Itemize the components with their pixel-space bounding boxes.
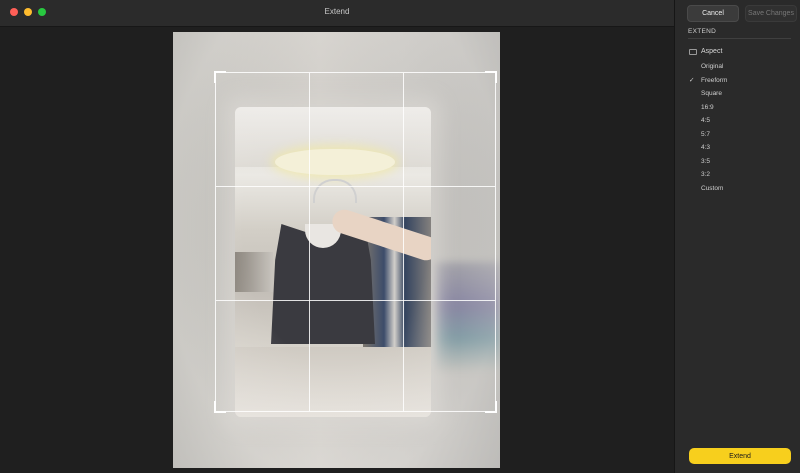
- aspect-label: Aspect: [701, 48, 723, 55]
- ratio-option-4-3[interactable]: 4:3: [689, 141, 727, 155]
- section-divider: [688, 38, 791, 39]
- crop-handle-top-right[interactable]: [485, 71, 497, 83]
- ratio-label: Original: [701, 63, 724, 71]
- ratio-label: Custom: [701, 184, 724, 192]
- grid-line-horizontal-1: [216, 186, 495, 187]
- ratio-label: 5:7: [701, 130, 711, 138]
- toolbar-buttons: Cancel Save Changes: [687, 5, 797, 22]
- grid-line-horizontal-2: [216, 300, 495, 301]
- extend-sidebar: Cancel Save Changes EXTEND Aspect Origin…: [674, 0, 800, 473]
- ratio-option-custom[interactable]: Custom: [689, 182, 727, 196]
- ratio-option-3-5[interactable]: 3:5: [689, 155, 727, 169]
- ratio-label: 3:5: [701, 157, 711, 165]
- ratio-option-4-5[interactable]: 4:5: [689, 114, 727, 128]
- ratio-option-5-7[interactable]: 5:7: [689, 128, 727, 142]
- ratio-label: 16:9: [701, 103, 714, 111]
- crop-frame[interactable]: [214, 71, 497, 413]
- ratio-label: Freeform: [701, 76, 728, 84]
- crop-handle-bottom-left[interactable]: [214, 401, 226, 413]
- ratio-label: 4:3: [701, 144, 711, 152]
- extend-button[interactable]: Extend: [689, 448, 791, 464]
- save-changes-button[interactable]: Save Changes: [745, 5, 797, 22]
- ratio-option-original[interactable]: Original: [689, 60, 727, 74]
- aspect-ratio-icon: [689, 48, 697, 55]
- title-bar: Extend: [0, 0, 674, 27]
- cancel-button[interactable]: Cancel: [687, 5, 739, 22]
- ratio-label: Square: [701, 90, 722, 98]
- grid-line-vertical-2: [403, 73, 404, 411]
- aspect-ratio-list: Original ✓ Freeform Square 16:9 4:5 5:7 4…: [689, 60, 727, 195]
- ratio-option-square[interactable]: Square: [689, 87, 727, 101]
- grid-line-vertical-1: [309, 73, 310, 411]
- ratio-label: 4:5: [701, 117, 711, 125]
- aspect-header: Aspect: [689, 48, 722, 55]
- ratio-option-freeform[interactable]: ✓ Freeform: [689, 74, 727, 88]
- ratio-label: 3:2: [701, 171, 711, 179]
- ratio-option-3-2[interactable]: 3:2: [689, 168, 727, 182]
- window-title: Extend: [324, 7, 350, 16]
- ratio-option-16-9[interactable]: 16:9: [689, 101, 727, 115]
- crop-handle-top-left[interactable]: [214, 71, 226, 83]
- checkmark-icon: ✓: [689, 77, 695, 85]
- crop-handle-bottom-right[interactable]: [485, 401, 497, 413]
- section-title: EXTEND: [688, 28, 717, 35]
